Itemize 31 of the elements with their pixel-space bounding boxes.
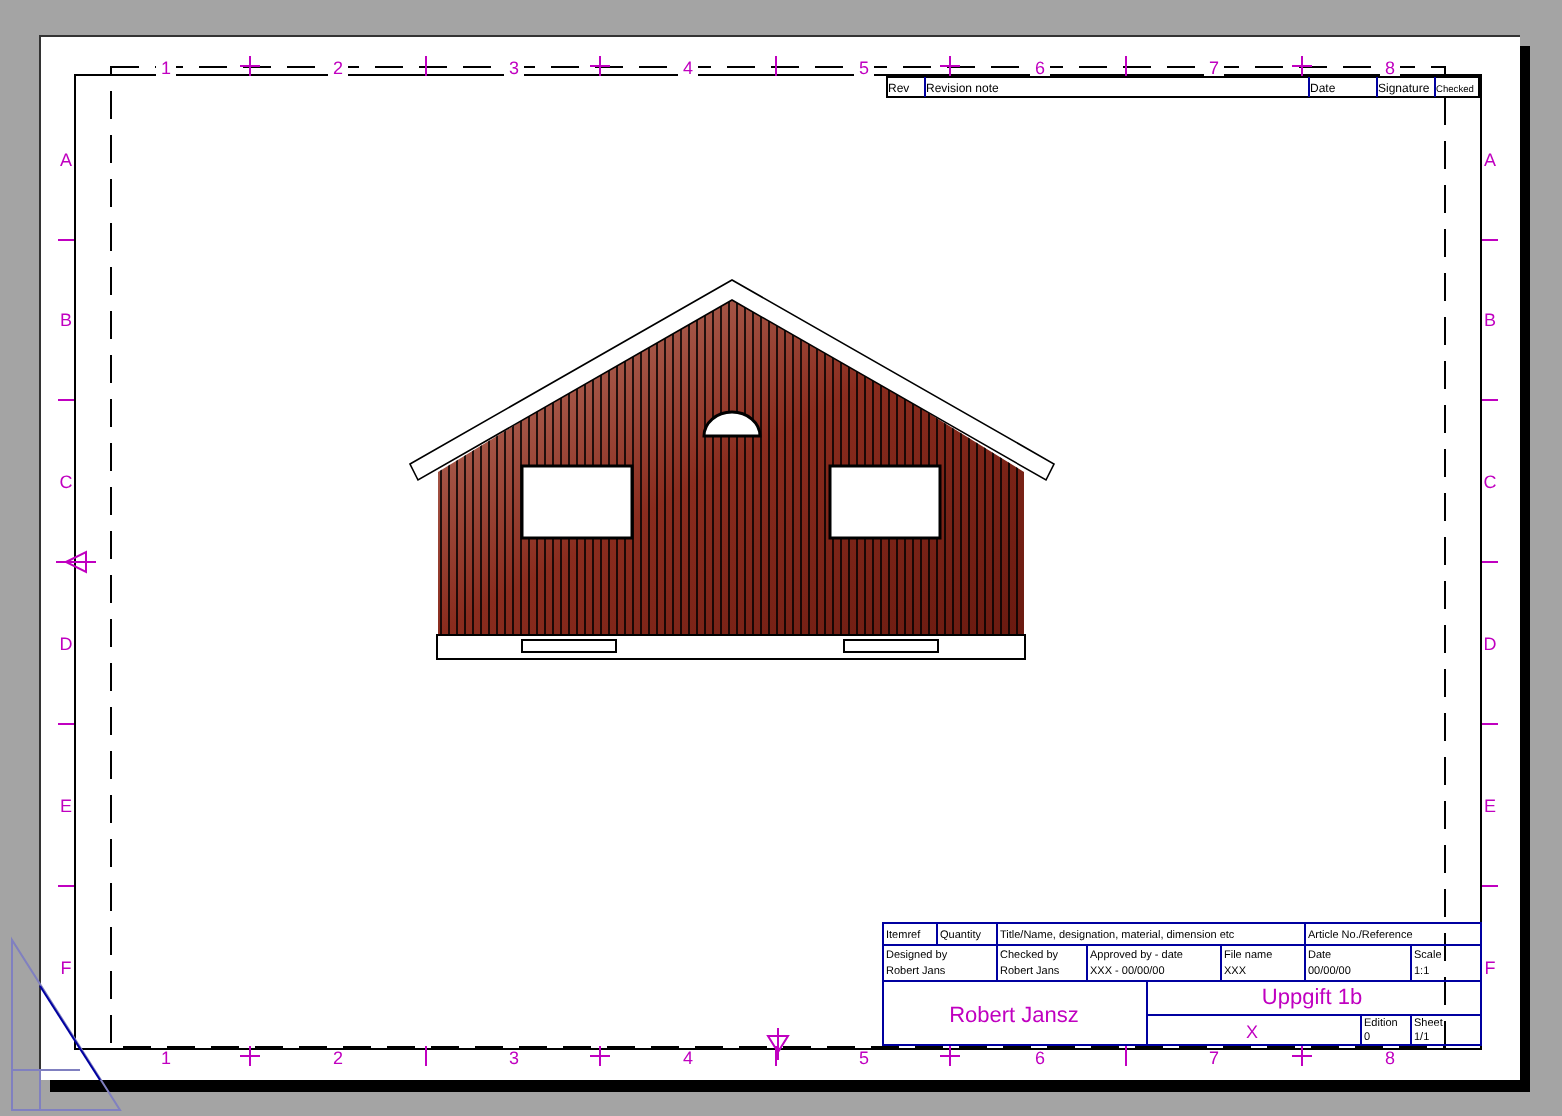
zone-label: 5 bbox=[859, 58, 869, 78]
author-name: Robert Jansz bbox=[949, 1004, 1079, 1028]
zone-label: 3 bbox=[509, 1048, 519, 1068]
zone-label: 2 bbox=[333, 1048, 343, 1068]
zone-label: E bbox=[1484, 796, 1496, 816]
zone-label: C bbox=[59, 472, 73, 492]
zone-label: F bbox=[1484, 958, 1496, 978]
drawing-subtitle: X bbox=[1246, 1022, 1258, 1042]
zone-label: 7 bbox=[1209, 1048, 1219, 1068]
zone-label: C bbox=[1483, 472, 1497, 492]
zone-label: A bbox=[1484, 150, 1496, 170]
zone-label: 6 bbox=[1035, 58, 1045, 78]
zone-label: D bbox=[1483, 634, 1497, 654]
zone-label: F bbox=[60, 958, 72, 978]
zone-label: 1 bbox=[161, 1048, 171, 1068]
zone-label: B bbox=[60, 310, 72, 330]
zone-label: A bbox=[60, 150, 72, 170]
zone-label: 3 bbox=[509, 58, 519, 78]
zone-label: 8 bbox=[1385, 58, 1395, 78]
zone-label: 4 bbox=[683, 1048, 693, 1068]
zone-label: 8 bbox=[1385, 1048, 1395, 1068]
zone-label: 5 bbox=[859, 1048, 869, 1068]
drawing-title: Uppgift 1b bbox=[1261, 986, 1363, 1010]
zone-label: 6 bbox=[1035, 1048, 1045, 1068]
zone-label: 1 bbox=[161, 58, 171, 78]
zone-label: E bbox=[60, 796, 72, 816]
zone-label: 7 bbox=[1209, 58, 1219, 78]
zone-label: 2 bbox=[333, 58, 343, 78]
zone-label: B bbox=[1484, 310, 1496, 330]
zone-label: D bbox=[59, 634, 73, 654]
zone-label: 4 bbox=[683, 58, 693, 78]
